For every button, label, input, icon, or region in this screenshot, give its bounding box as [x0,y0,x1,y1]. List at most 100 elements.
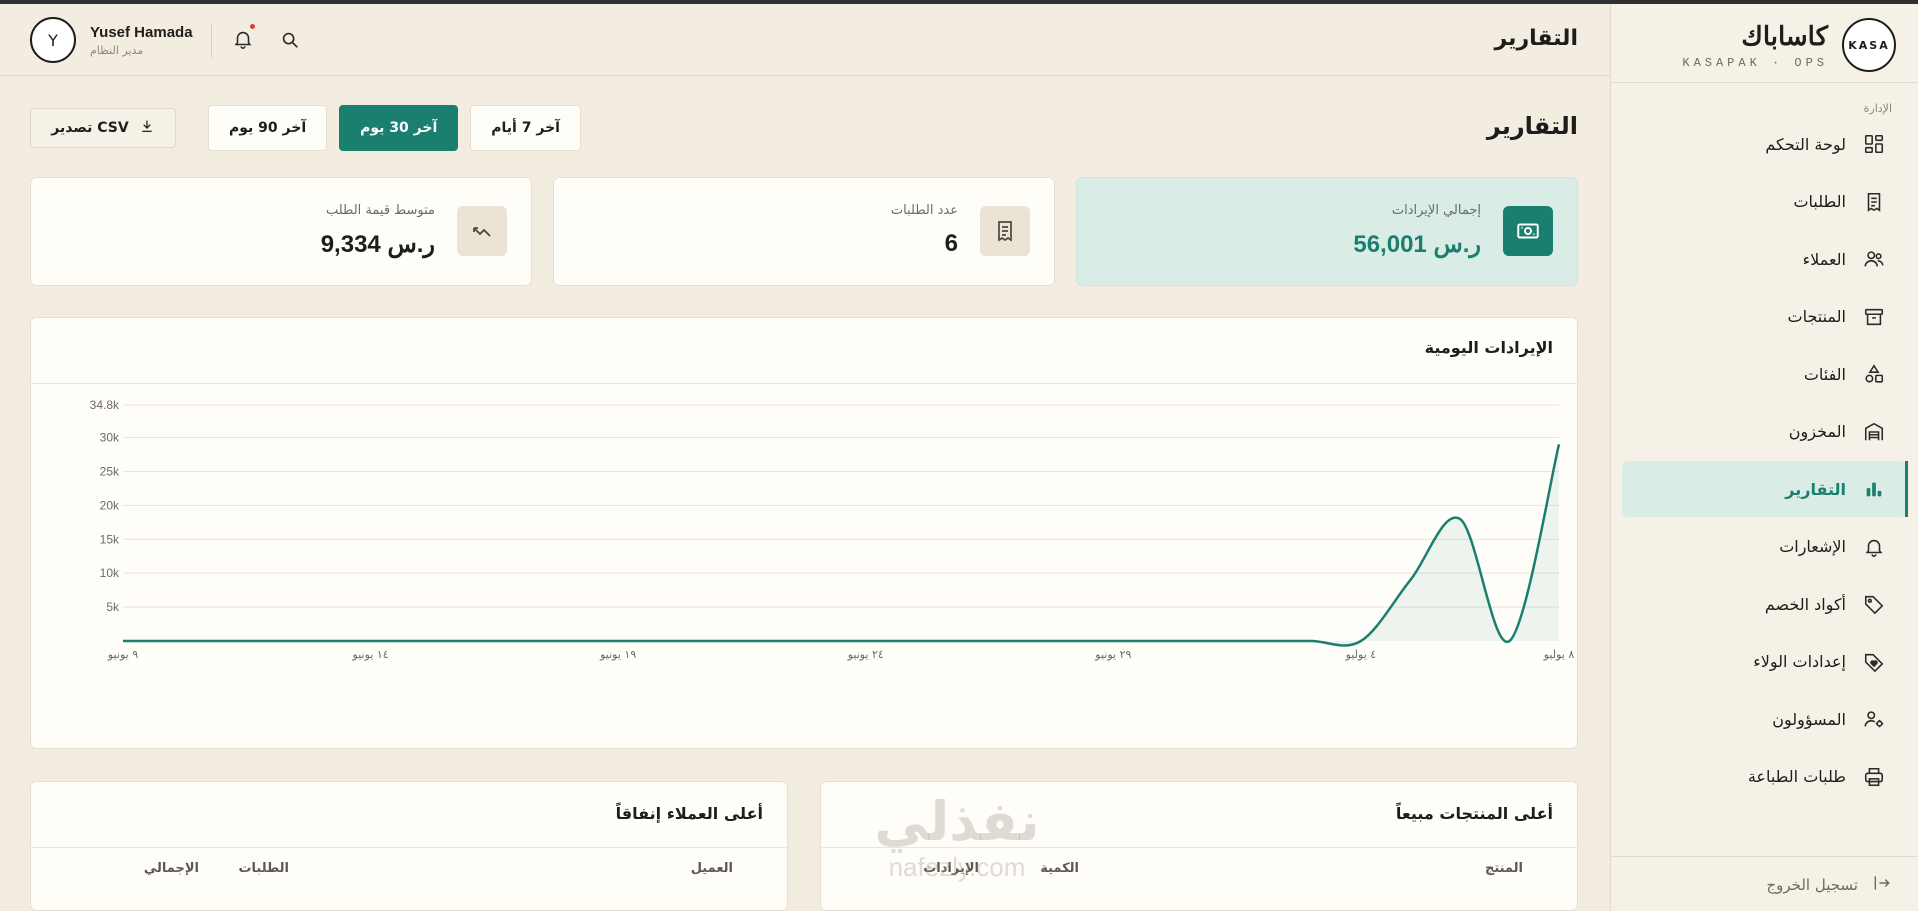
column-header-customer[interactable]: العميل [691,861,733,876]
user-gear-icon [1862,707,1886,731]
bar-chart-icon [1862,477,1886,501]
sidebar-item-label: الإشعارات [1779,537,1846,556]
logout-label: تسجيل الخروج [1766,876,1858,894]
sidebar-item-label: لوحة التحكم [1765,134,1846,154]
top-customers-title: أعلى العملاء إنفاقاً [615,804,763,823]
export-label: تصدير CSV [51,120,129,136]
column-header-revenue[interactable]: الإيرادات [923,861,979,876]
sidebar-item-products[interactable]: المنتجات [1622,289,1906,345]
column-header-product[interactable]: المنتج [1485,861,1523,876]
logout-icon [1872,873,1892,897]
notification-dot [250,24,255,29]
avatar: Y [30,17,76,63]
y-tick-label: 5k [106,600,120,614]
x-tick-label: ١٤ يونيو [352,648,389,661]
sidebar-item-label: الطلبات [1793,192,1846,211]
sidebar-item-notifications[interactable]: الإشعارات [1622,519,1906,575]
sidebar-item-label: إعدادات الولاء [1753,652,1846,671]
x-tick-label: ٤ يوليو [1345,648,1377,661]
search-icon [282,32,298,48]
daily-revenue-card: الإيرادات اليومية 5k 10k 15k 20k 25k 30k 34.8k… [30,317,1578,749]
kpi-value: 9,334 ر.س [320,231,435,258]
kpi-average-order-value: متوسط قيمة الطلب 9,334 ر.س [30,177,532,286]
range-tab-7-days[interactable]: آخر 7 أيام [470,105,581,151]
y-tick-label: 10k [100,566,120,580]
sidebar: KASA كاساباك KASAPAK · OPS الإدارة لوحة … [1610,4,1918,911]
range-tab-30-days[interactable]: آخر 30 يوم [339,105,459,151]
brand-logo: KASA [1842,18,1896,72]
topbar: التقارير Y Yusef Hamada مدير النظام [0,4,1610,76]
table-header: أعلى المنتجات مبيعاً [821,782,1577,848]
trend-icon [457,206,507,256]
sidebar-item-loyalty-settings[interactable]: إعدادات الولاء [1622,634,1906,690]
brand-name: كاساباك [1741,22,1828,52]
sidebar-item-categories[interactable]: الفئات [1622,346,1906,402]
top-products-card: أعلى المنتجات مبيعاً المنتج الكمية الإير… [820,781,1578,911]
sidebar-divider [1610,82,1918,83]
sidebar-item-inventory[interactable]: المخزون [1622,404,1906,460]
export-csv-button[interactable]: تصدير CSV [30,108,176,148]
sidebar-item-label: المسؤولون [1772,709,1846,729]
sidebar-item-dashboard[interactable]: لوحة التحكم [1622,116,1906,172]
chart-header: الإيرادات اليومية [31,318,1577,384]
kpi-order-count: عدد الطلبات 6 [553,177,1055,286]
sidebar-item-orders[interactable]: الطلبات [1622,174,1906,230]
sidebar-item-label: العملاء [1802,249,1846,269]
brand[interactable]: KASA كاساباك KASAPAK · OPS [1632,18,1896,76]
sidebar-item-discount-codes[interactable]: أكواد الخصم [1622,576,1906,632]
x-tick-label: ٩ يونيو [107,648,138,661]
sidebar-item-admins[interactable]: المسؤولون [1622,691,1906,747]
y-tick-label: 20k [100,498,120,512]
divider [211,24,212,58]
users-icon [1862,247,1886,271]
sidebar-section-label: الإدارة [1863,102,1892,115]
notifications-button[interactable] [232,24,256,52]
y-tick-label: 34.8k [90,398,120,412]
y-tick-label: 30k [100,431,120,445]
sidebar-item-label: المخزون [1788,422,1846,441]
y-tick-label: 15k [100,532,120,546]
column-header-quantity[interactable]: الكمية [1040,861,1079,876]
kpi-label: إجمالي الإيرادات [1391,203,1481,218]
receipt-icon [980,206,1030,256]
sidebar-item-reports[interactable]: التقارير [1622,461,1908,517]
receipt-icon [1862,190,1886,214]
user-info: Yusef Hamada مدير النظام [90,24,193,57]
printer-icon [1862,765,1886,789]
x-tick-label: ٨ يوليو [1543,648,1575,661]
logout-button[interactable]: تسجيل الخروج [1766,873,1892,897]
sidebar-item-print-orders[interactable]: طلبات الطباعة [1622,749,1906,805]
kpi-value: 56,001 ر.س [1353,231,1481,258]
bell-icon [1862,535,1886,559]
sidebar-item-label: أكواد الخصم [1764,594,1846,614]
user-menu[interactable]: Y Yusef Hamada مدير النظام [30,17,193,63]
x-tick-label: ١٩ يونيو [599,648,636,661]
series-area [123,444,1559,646]
topbar-title: التقارير [1494,26,1579,51]
user-name: Yusef Hamada [90,23,193,41]
y-tick-label: 25k [100,464,120,478]
x-tick-label: ٢٩ يونيو [1094,648,1131,661]
sidebar-divider [1610,856,1918,857]
series-line [122,444,1561,647]
kpi-label: متوسط قيمة الطلب [325,203,435,218]
column-header-total[interactable]: الإجمالي [144,861,199,876]
search-button[interactable] [279,29,303,53]
download-icon [139,118,155,138]
top-customers-card: أعلى العملاء إنفاقاً العميل الطلبات الإج… [30,781,788,911]
sidebar-nav: لوحة التحكم الطلبات العملاء المنتجات الف… [1622,116,1908,806]
warehouse-icon [1862,420,1886,444]
top-products-title: أعلى المنتجات مبيعاً [1395,804,1553,823]
box-icon [1862,305,1886,329]
x-tick-label: ٢٤ يونيو [847,648,884,661]
bell-icon [234,31,252,49]
page-title: التقارير [1486,112,1578,140]
range-tab-90-days[interactable]: آخر 90 يوم [208,105,328,151]
shapes-icon [1862,362,1886,386]
kpi-value: 6 [944,230,958,257]
sidebar-item-customers[interactable]: العملاء [1622,231,1906,287]
date-range-tabs: آخر 90 يوم آخر 30 يوم آخر 7 أيام [208,105,581,151]
column-header-orders[interactable]: الطلبات [238,861,289,876]
sidebar-item-label: المنتجات [1787,307,1847,326]
daily-revenue-chart[interactable]: 5k 10k 15k 20k 25k 30k 34.8k ٩ يونيو ١٤ يونيو ١٩ … [31,384,1577,748]
